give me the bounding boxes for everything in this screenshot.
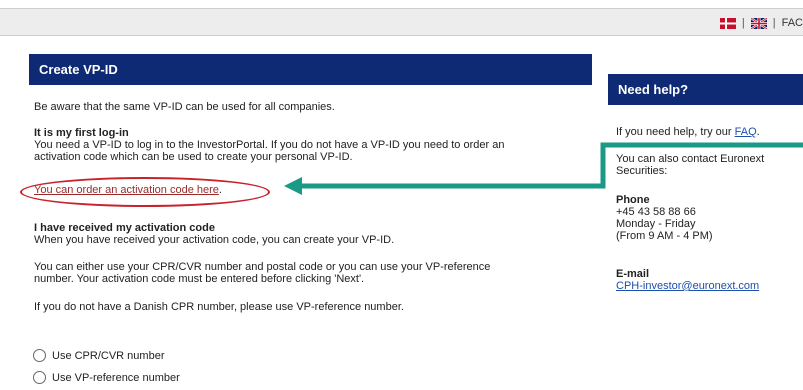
annotation-arrow-icon: [284, 142, 803, 195]
